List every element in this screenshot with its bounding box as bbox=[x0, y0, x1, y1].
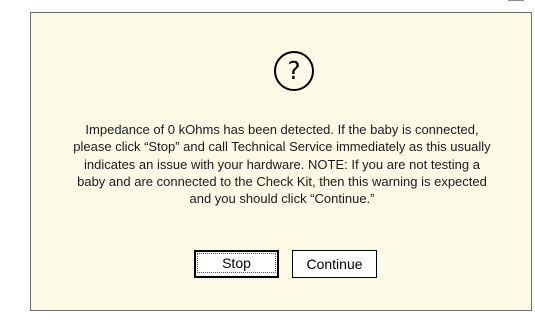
stop-button[interactable]: Stop bbox=[194, 250, 279, 278]
question-icon: ? bbox=[274, 51, 314, 91]
continue-button[interactable]: Continue bbox=[292, 250, 377, 278]
dialog-message: Impedance of 0 kOhms has been detected. … bbox=[73, 122, 491, 207]
warning-dialog: ? Impedance of 0 kOhms has been detected… bbox=[30, 12, 532, 311]
stop-button-label: Stop bbox=[197, 253, 276, 273]
screen: ? Impedance of 0 kOhms has been detected… bbox=[0, 0, 535, 324]
window-edge-divider bbox=[508, 0, 524, 1]
